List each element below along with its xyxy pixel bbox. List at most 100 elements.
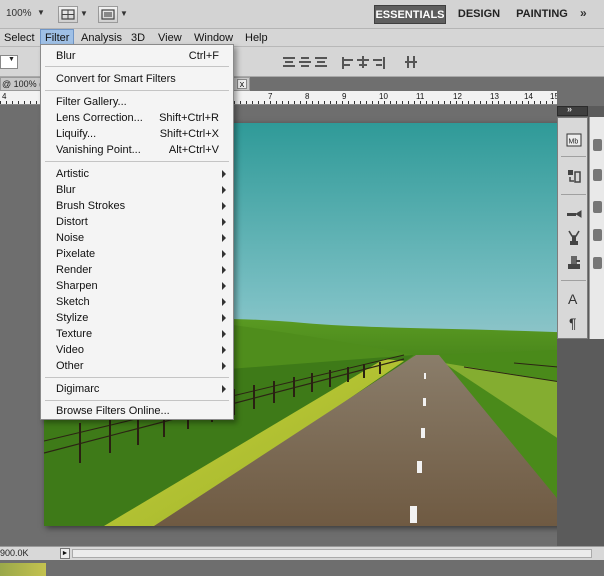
menu-separator bbox=[45, 66, 229, 67]
character-glyph: A bbox=[568, 291, 578, 306]
menu-item-label: Brush Strokes bbox=[56, 200, 126, 212]
align-horizontal-center-icon[interactable] bbox=[356, 55, 370, 69]
thumbnail[interactable] bbox=[0, 563, 46, 576]
align-bottom-icon[interactable] bbox=[314, 55, 328, 69]
ruler-number: 14 bbox=[524, 92, 533, 101]
submenu-arrow-icon bbox=[222, 298, 226, 306]
submenu-blur[interactable]: Blur bbox=[41, 182, 233, 198]
menu-item-label: Lens Correction... bbox=[56, 112, 143, 124]
align-vertical-center-icon[interactable] bbox=[298, 55, 312, 69]
submenu-arrow-icon bbox=[222, 346, 226, 354]
submenu-arrow-icon bbox=[222, 330, 226, 338]
align-left-icon[interactable] bbox=[340, 55, 354, 69]
menu-item-label: Sharpen bbox=[56, 280, 98, 292]
submenu-render[interactable]: Render bbox=[41, 262, 233, 278]
paragraph-glyph: ¶ bbox=[569, 315, 577, 330]
panel-divider bbox=[561, 156, 586, 157]
zoom-dropdown-icon[interactable]: ▼ bbox=[37, 8, 45, 17]
panel-divider bbox=[561, 194, 586, 195]
status-menu-arrow-icon[interactable]: ► bbox=[60, 548, 70, 559]
zoom-level[interactable]: 100% bbox=[6, 8, 32, 19]
workspace-essentials-button[interactable]: ESSENTIALS bbox=[374, 5, 446, 24]
clone-source-icon[interactable] bbox=[566, 230, 582, 246]
menu-item-label: Video bbox=[56, 344, 84, 356]
history-icon[interactable] bbox=[566, 168, 582, 184]
horizontal-scrollbar[interactable] bbox=[72, 549, 592, 558]
submenu-arrow-icon bbox=[222, 234, 226, 242]
submenu-artistic[interactable]: Artistic bbox=[41, 166, 233, 182]
status-bar: 900.0K ► bbox=[0, 546, 604, 560]
chevron-down-icon[interactable]: ▼ bbox=[8, 56, 15, 63]
align-top-icon[interactable] bbox=[282, 55, 296, 69]
submenu-video[interactable]: Video bbox=[41, 342, 233, 358]
submenu-arrow-icon bbox=[222, 314, 226, 322]
mini-bridge-glyph: Mb bbox=[569, 139, 579, 146]
submenu-other[interactable]: Other bbox=[41, 358, 233, 374]
panel-collapse-bar[interactable]: » bbox=[557, 104, 588, 116]
paragraph-icon[interactable]: ¶ bbox=[566, 314, 582, 331]
menu-item-last-filter[interactable]: Blur Ctrl+F bbox=[41, 48, 233, 64]
brush-presets-icon[interactable] bbox=[566, 206, 582, 222]
align-right-icon[interactable] bbox=[372, 55, 386, 69]
submenu-arrow-icon bbox=[222, 266, 226, 274]
filter-menu: Blur Ctrl+F Convert for Smart Filters Fi… bbox=[40, 44, 234, 420]
menu-item-liquify[interactable]: Liquify... Shift+Ctrl+X bbox=[41, 126, 233, 142]
menu-item-label: Blur bbox=[56, 50, 76, 62]
menu-item-browse-filters-online[interactable]: Browse Filters Online... bbox=[41, 403, 233, 419]
submenu-texture[interactable]: Texture bbox=[41, 326, 233, 342]
character-icon[interactable]: A bbox=[566, 290, 582, 307]
mini-bridge-icon[interactable]: Mb bbox=[566, 132, 582, 148]
menu-item-label: Texture bbox=[56, 328, 93, 340]
menu-item-label: Stylize bbox=[56, 312, 89, 324]
submenu-sketch[interactable]: Sketch bbox=[41, 294, 233, 310]
tool-icon[interactable] bbox=[593, 257, 602, 269]
menu-item-shortcut: Shift+Ctrl+X bbox=[159, 128, 219, 140]
submenu-stylize[interactable]: Stylize bbox=[41, 310, 233, 326]
view-extras-dropdown-icon[interactable]: ▼ bbox=[80, 9, 88, 18]
view-extras-button[interactable] bbox=[58, 6, 78, 23]
menu-item-label: Liquify... bbox=[56, 128, 97, 140]
double-chevron-right-icon[interactable]: » bbox=[567, 104, 572, 114]
tool-presets-icon[interactable] bbox=[566, 254, 582, 270]
submenu-sharpen[interactable]: Sharpen bbox=[41, 278, 233, 294]
menu-separator bbox=[45, 377, 229, 378]
menu-item-label: Vanishing Point... bbox=[56, 144, 141, 156]
menu-item-label: Other bbox=[56, 360, 84, 372]
ruler-number: 8 bbox=[305, 92, 310, 101]
submenu-arrow-icon bbox=[222, 385, 226, 393]
distribute-icon[interactable] bbox=[404, 55, 418, 69]
menu-help[interactable]: Help bbox=[241, 29, 272, 47]
submenu-digimarc[interactable]: Digimarc bbox=[41, 381, 233, 397]
submenu-pixelate[interactable]: Pixelate bbox=[41, 246, 233, 262]
double-chevron-right-icon[interactable]: » bbox=[580, 6, 587, 20]
tool-icon[interactable] bbox=[593, 201, 602, 213]
tool-icon[interactable] bbox=[593, 169, 602, 181]
arrange-documents-button[interactable] bbox=[98, 6, 118, 23]
panel-divider bbox=[561, 280, 586, 281]
filmstrip-area bbox=[0, 560, 604, 576]
menu-item-convert-smart-filters[interactable]: Convert for Smart Filters bbox=[41, 71, 233, 87]
partial-tools-strip bbox=[589, 117, 604, 339]
workspace-painting-button[interactable]: PAINTING bbox=[512, 5, 572, 24]
document-tab-label: @ 100% ( bbox=[2, 79, 43, 89]
menu-item-shortcut: Shift+Ctrl+R bbox=[159, 112, 219, 124]
menu-item-lens-correction[interactable]: Lens Correction... Shift+Ctrl+R bbox=[41, 110, 233, 126]
menu-item-label: Artistic bbox=[56, 168, 89, 180]
tool-icon[interactable] bbox=[593, 229, 602, 241]
ruler-number: 7 bbox=[268, 92, 273, 101]
tool-icon[interactable] bbox=[593, 139, 602, 151]
submenu-noise[interactable]: Noise bbox=[41, 230, 233, 246]
menu-item-filter-gallery[interactable]: Filter Gallery... bbox=[41, 94, 233, 110]
close-icon[interactable]: x bbox=[237, 79, 247, 89]
workspace-design-button[interactable]: DESIGN bbox=[452, 5, 506, 24]
ruler-number: 4 bbox=[2, 92, 7, 101]
submenu-arrow-icon bbox=[222, 282, 226, 290]
submenu-brush-strokes[interactable]: Brush Strokes bbox=[41, 198, 233, 214]
submenu-distort[interactable]: Distort bbox=[41, 214, 233, 230]
arrange-documents-dropdown-icon[interactable]: ▼ bbox=[120, 9, 128, 18]
document-size: 900.0K bbox=[0, 548, 29, 558]
menu-separator bbox=[45, 400, 229, 401]
menu-item-vanishing-point[interactable]: Vanishing Point... Alt+Ctrl+V bbox=[41, 142, 233, 158]
ruler-number: 11 bbox=[416, 92, 425, 101]
menu-select[interactable]: Select bbox=[0, 29, 39, 47]
